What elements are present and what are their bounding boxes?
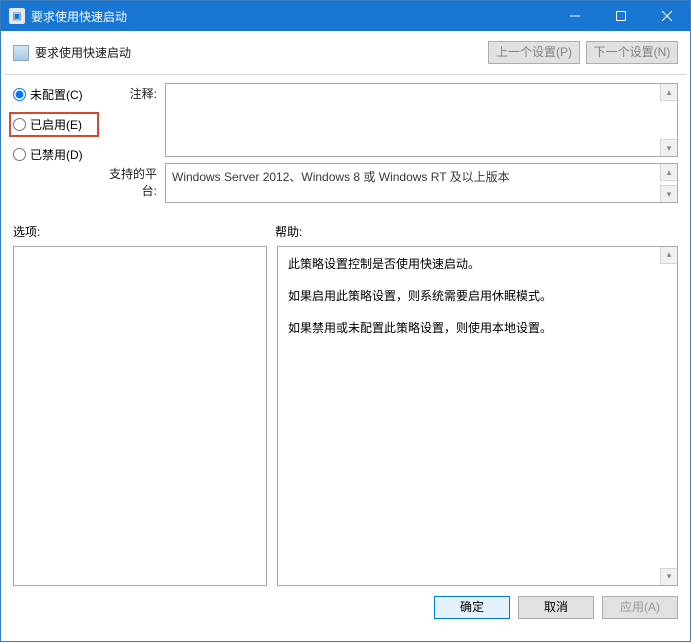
next-setting-button[interactable]: 下一个设置(N) <box>586 41 678 64</box>
fields-column: 注释: ▴ ▾ 支持的平台: Windows Server 2012、Windo… <box>103 83 678 209</box>
scroll-down-icon[interactable]: ▾ <box>660 568 677 585</box>
panels: 此策略设置控制是否使用快速启动。 如果启用此策略设置，则系统需要启用休眠模式。 … <box>1 244 690 586</box>
radio-not-configured-input[interactable] <box>13 88 26 101</box>
scroll-up-icon[interactable]: ▴ <box>660 164 677 181</box>
comment-label: 注释: <box>103 83 165 157</box>
help-paragraph: 如果启用此策略设置，则系统需要启用休眠模式。 <box>288 287 667 305</box>
config-area: 未配置(C) 已启用(E) 已禁用(D) 注释: ▴ ▾ 支持的平台: Wind… <box>1 75 690 213</box>
radio-not-configured-label: 未配置(C) <box>30 86 83 103</box>
minimize-button[interactable] <box>552 1 598 31</box>
help-paragraph: 此策略设置控制是否使用快速启动。 <box>288 255 667 273</box>
scroll-up-icon[interactable]: ▴ <box>660 84 677 101</box>
radio-not-configured[interactable]: 未配置(C) <box>13 85 95 104</box>
comment-row: 注释: ▴ ▾ <box>103 83 678 157</box>
platform-textarea: Windows Server 2012、Windows 8 或 Windows … <box>165 163 678 203</box>
scroll-up-icon[interactable]: ▴ <box>660 247 677 264</box>
help-paragraph: 如果禁用或未配置此策略设置，则使用本地设置。 <box>288 319 667 337</box>
policy-icon <box>13 45 29 61</box>
help-panel: 此策略设置控制是否使用快速启动。 如果启用此策略设置，则系统需要启用休眠模式。 … <box>277 246 678 586</box>
scroll-down-icon[interactable]: ▾ <box>660 139 677 156</box>
previous-setting-button[interactable]: 上一个设置(P) <box>488 41 580 64</box>
radio-group: 未配置(C) 已启用(E) 已禁用(D) <box>13 83 95 209</box>
maximize-button[interactable] <box>598 1 644 31</box>
titlebar[interactable]: ▣ 要求使用快速启动 <box>1 1 690 31</box>
options-panel <box>13 246 267 586</box>
lower-labels: 选项: 帮助: <box>1 213 690 244</box>
platform-row: 支持的平台: Windows Server 2012、Windows 8 或 W… <box>103 163 678 203</box>
cancel-button[interactable]: 取消 <box>518 596 594 619</box>
options-heading: 选项: <box>13 223 275 240</box>
ok-button[interactable]: 确定 <box>434 596 510 619</box>
toolbar: 要求使用快速启动 上一个设置(P) 下一个设置(N) <box>1 31 690 74</box>
radio-disabled-input[interactable] <box>13 148 26 161</box>
radio-disabled-label: 已禁用(D) <box>30 146 83 163</box>
platform-value: Windows Server 2012、Windows 8 或 Windows … <box>172 170 510 184</box>
platform-label: 支持的平台: <box>103 163 165 203</box>
close-button[interactable] <box>644 1 690 31</box>
apply-button[interactable]: 应用(A) <box>602 596 678 619</box>
radio-enabled-label: 已启用(E) <box>30 116 82 133</box>
window-title: 要求使用快速启动 <box>31 8 552 25</box>
radio-enabled[interactable]: 已启用(E) <box>9 112 99 137</box>
policy-name-label: 要求使用快速启动 <box>35 44 482 61</box>
footer: 确定 取消 应用(A) <box>1 586 690 629</box>
radio-disabled[interactable]: 已禁用(D) <box>13 145 95 164</box>
comment-textarea[interactable]: ▴ ▾ <box>165 83 678 157</box>
scroll-down-icon[interactable]: ▾ <box>660 185 677 202</box>
radio-enabled-input[interactable] <box>13 118 26 131</box>
help-heading: 帮助: <box>275 223 678 240</box>
app-icon: ▣ <box>9 8 25 24</box>
